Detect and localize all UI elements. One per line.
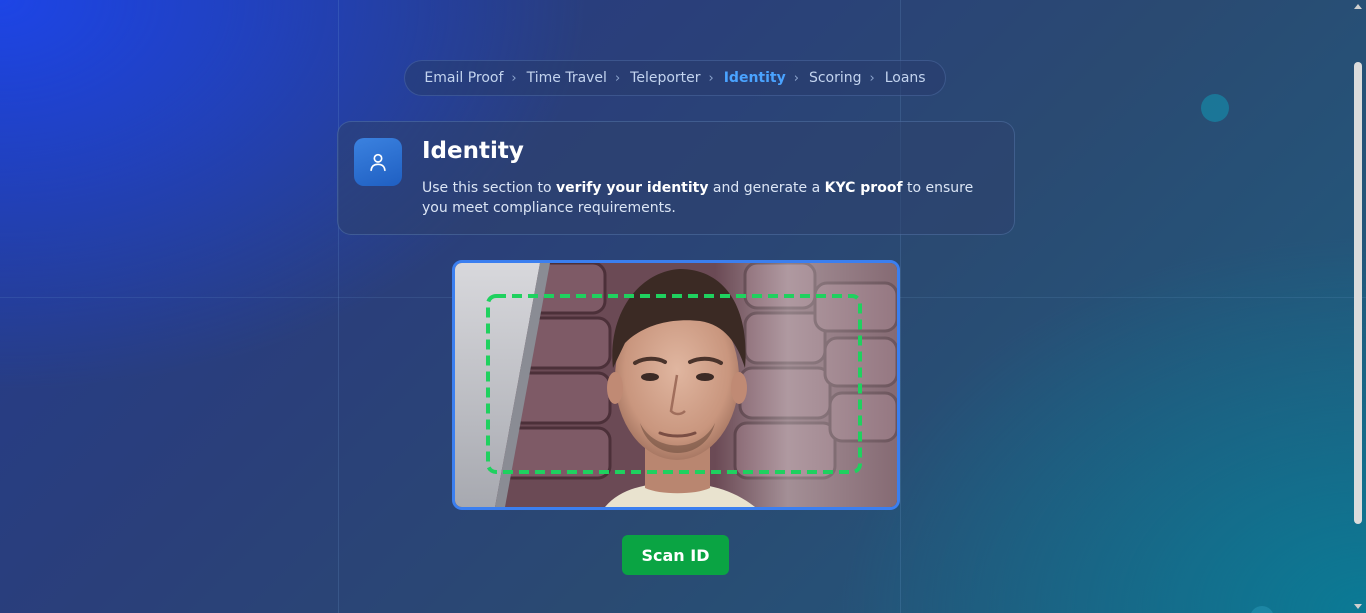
chevron-right-icon: › xyxy=(793,70,799,86)
breadcrumb: Email Proof › Time Travel › Teleporter ›… xyxy=(404,60,946,96)
chevron-right-icon: › xyxy=(614,70,621,86)
section-description: Use this section to verify your identity… xyxy=(422,180,974,216)
scrollbar-thumb[interactable] xyxy=(1354,62,1362,524)
camera-feed-image xyxy=(455,263,897,507)
camera-feed xyxy=(452,260,900,510)
chevron-right-icon: › xyxy=(708,70,714,86)
chevron-right-icon: › xyxy=(869,70,875,86)
breadcrumb-item-loans[interactable]: Loans xyxy=(885,70,926,86)
user-icon xyxy=(354,138,402,186)
section-title: Identity xyxy=(422,138,524,164)
decorative-dot xyxy=(1201,94,1229,122)
decorative-dot xyxy=(1250,606,1274,613)
scroll-down-icon[interactable] xyxy=(1354,604,1362,609)
breadcrumb-item-identity[interactable]: Identity xyxy=(724,70,786,86)
scan-id-button[interactable]: Scan ID xyxy=(622,535,729,575)
breadcrumb-item-time-travel[interactable]: Time Travel xyxy=(527,70,607,86)
background-gridline xyxy=(338,0,339,613)
breadcrumb-item-teleporter[interactable]: Teleporter xyxy=(630,70,700,86)
chevron-right-icon: › xyxy=(511,70,517,86)
scroll-up-icon[interactable] xyxy=(1354,4,1362,9)
identity-section-card: Identity Use this section to verify your… xyxy=(337,121,1015,235)
breadcrumb-item-email-proof[interactable]: Email Proof xyxy=(424,70,503,86)
breadcrumb-item-scoring[interactable]: Scoring xyxy=(809,70,862,86)
page-scrollbar[interactable] xyxy=(1351,0,1366,613)
